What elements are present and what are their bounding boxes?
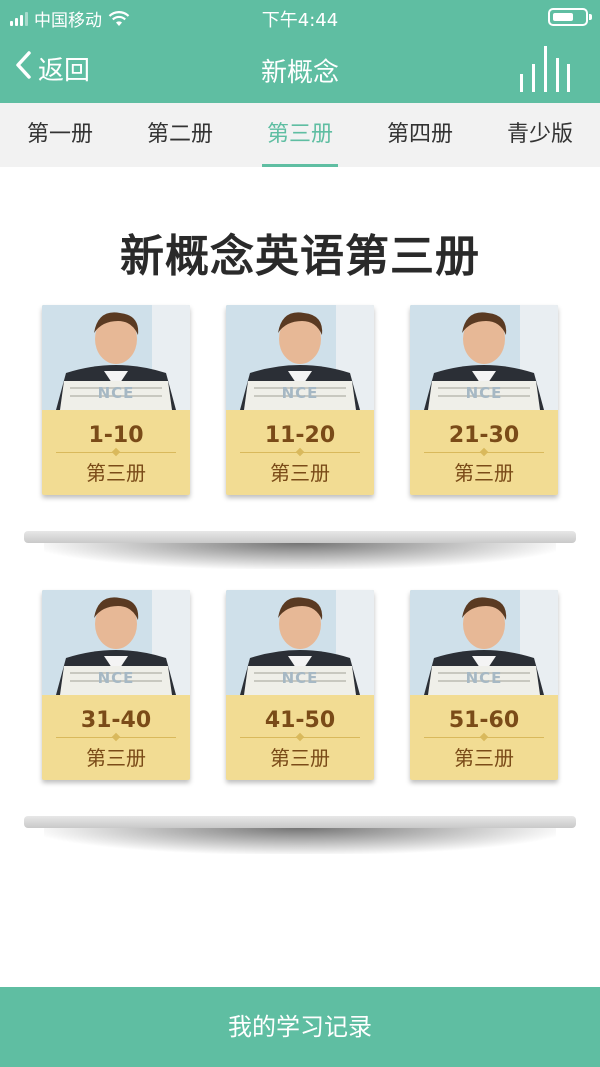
book-card[interactable]: NCE 1-10 第三册 (42, 305, 190, 495)
book-card[interactable]: NCE 41-50 第三册 (226, 590, 374, 780)
volume-label: 第三册 (86, 746, 146, 770)
tab-volume-1[interactable]: 第一册 (0, 103, 120, 167)
divider (240, 452, 360, 453)
lesson-range: 11-20 (264, 423, 336, 448)
tab-volume-2[interactable]: 第二册 (120, 103, 240, 167)
volume-label: 第三册 (270, 746, 330, 770)
divider (56, 737, 176, 738)
book-card[interactable]: NCE 21-30 第三册 (410, 305, 558, 495)
divider (424, 452, 544, 453)
nav-bar: 返回 新概念 (0, 36, 600, 100)
book-card[interactable]: NCE 11-20 第三册 (226, 305, 374, 495)
cover-logo-text: NCE (281, 669, 319, 687)
learning-record-button[interactable]: 我的学习记录 (0, 987, 600, 1067)
book-card[interactable]: NCE 31-40 第三册 (42, 590, 190, 780)
battery-icon (548, 8, 592, 26)
cover-logo-text: NCE (97, 669, 135, 687)
cover-logo-text: NCE (465, 669, 503, 687)
cover-logo-text: NCE (281, 384, 319, 402)
volume-tabs: 第一册 第二册 第三册 第四册 青少版 (0, 103, 600, 167)
volume-label: 第三册 (270, 461, 330, 485)
lesson-range: 31-40 (80, 708, 152, 733)
lesson-range: 1-10 (88, 423, 144, 448)
tab-volume-3[interactable]: 第三册 (240, 103, 360, 167)
bookshelf-shadow (44, 543, 556, 569)
lesson-range: 21-30 (448, 423, 520, 448)
lesson-range: 51-60 (448, 708, 520, 733)
app-header: 中国移动 下午4:44 返回 新概念 (0, 0, 600, 103)
tab-teen-edition[interactable]: 青少版 (480, 103, 600, 167)
nav-title: 新概念 (260, 58, 339, 88)
volume-label: 第三册 (454, 461, 514, 485)
audio-bars-icon[interactable] (518, 46, 570, 92)
cover-logo-text: NCE (465, 384, 503, 402)
status-bar: 中国移动 下午4:44 (0, 0, 600, 34)
cover-logo-text: NCE (97, 384, 135, 402)
bookshelf (24, 816, 576, 828)
divider (56, 452, 176, 453)
lesson-range: 41-50 (264, 708, 336, 733)
divider (240, 737, 360, 738)
bookshelf (24, 531, 576, 543)
page-title: 新概念英语第三册 (120, 231, 480, 282)
volume-label: 第三册 (86, 461, 146, 485)
divider (424, 737, 544, 738)
status-time: 下午4:44 (261, 10, 339, 31)
tab-volume-4[interactable]: 第四册 (360, 103, 480, 167)
bookshelf-shadow (44, 828, 556, 854)
volume-label: 第三册 (454, 746, 514, 770)
book-card[interactable]: NCE 51-60 第三册 (410, 590, 558, 780)
